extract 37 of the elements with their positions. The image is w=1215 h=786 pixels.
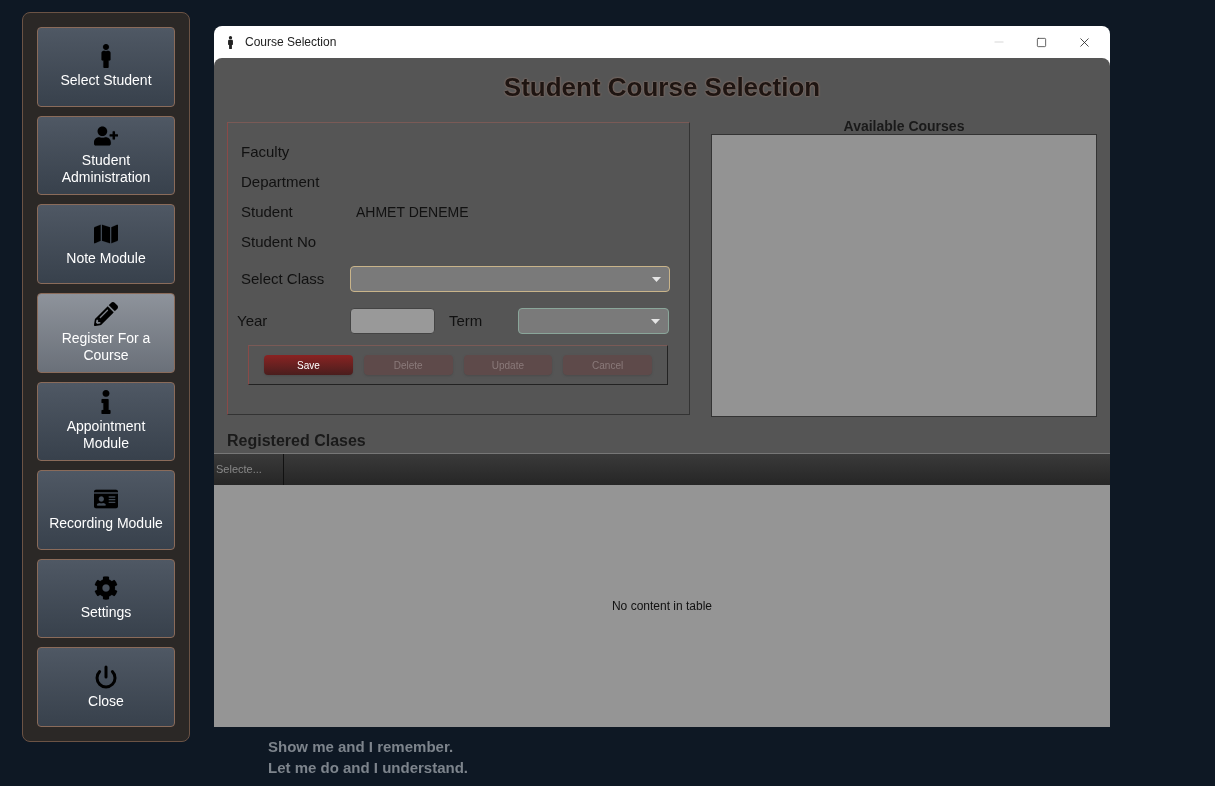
id-card-icon	[94, 487, 118, 512]
panel-title: Available Courses	[843, 117, 965, 134]
quote-line: Show me and I remember.	[268, 737, 455, 757]
sidebar-button[interactable]: Select Student	[37, 27, 175, 107]
pencil-icon	[94, 301, 118, 326]
sidebar-button[interactable]: Recording Module	[37, 470, 175, 550]
field-value: AHMET DENEME	[356, 202, 469, 222]
page-heading: Student Course Selection	[503, 71, 821, 104]
maximize-icon[interactable]	[1036, 36, 1047, 48]
year-input-field[interactable]	[350, 308, 435, 334]
action-button[interactable]: Save	[264, 355, 353, 375]
field-label: Term	[449, 310, 484, 331]
section-title: Registered Clases	[227, 430, 366, 451]
field-label: Year	[237, 310, 269, 331]
field-label: Select Class	[241, 268, 326, 289]
column-header[interactable]: Selecte...	[214, 454, 284, 485]
sidebar-button[interactable]: Register For a Course	[37, 292, 175, 373]
power-icon	[94, 664, 118, 689]
sidebar-button[interactable]: Student Administration	[37, 115, 175, 196]
field-label: Student	[241, 201, 294, 222]
sidebar-button[interactable]: Settings	[37, 558, 175, 639]
class-dropdown[interactable]	[350, 266, 670, 292]
gear-icon	[94, 576, 118, 601]
field-label: Department	[241, 171, 321, 192]
term-dropdown[interactable]	[518, 308, 669, 334]
map-icon	[94, 221, 118, 246]
dropdown-caret-icon	[652, 276, 661, 282]
sidebar-button[interactable]: Note Module	[37, 204, 175, 284]
field-label: Faculty	[241, 141, 291, 162]
dropdown-caret-icon	[651, 318, 660, 324]
user-plus-icon	[94, 124, 118, 149]
empty-table-message: No content in table	[611, 598, 713, 615]
sidebar-button[interactable]: Close	[37, 647, 175, 727]
sidebar-button[interactable]: Appointment Module	[37, 381, 175, 462]
window-title: Course Selection	[245, 34, 337, 51]
field-label: Student No	[241, 231, 318, 252]
quote-line: Let me do and I understand.	[268, 758, 469, 778]
